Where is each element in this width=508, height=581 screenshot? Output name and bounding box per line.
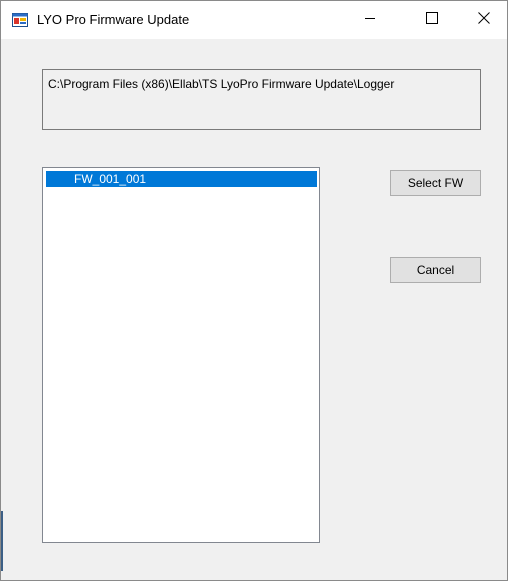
window-edge-accent [1, 511, 3, 571]
logger-path-text: C:\Program Files (x86)\Ellab\TS LyoPro F… [48, 77, 395, 91]
maximize-icon [426, 11, 438, 29]
minimize-button[interactable] [347, 1, 393, 39]
resize-grip-icon[interactable] [498, 571, 504, 577]
close-icon [478, 11, 490, 29]
firmware-listbox[interactable]: FW_001_001 [42, 167, 320, 543]
app-window-icon[interactable] [12, 12, 28, 28]
close-button[interactable] [461, 1, 507, 39]
firmware-item-label: FW_001_001 [74, 172, 147, 186]
logger-path-box: C:\Program Files (x86)\Ellab\TS LyoPro F… [42, 69, 481, 130]
maximize-button[interactable] [409, 1, 455, 39]
app-window: LYO Pro Firmware Update C:\Program Files… [0, 0, 508, 581]
title-bar[interactable]: LYO Pro Firmware Update [1, 1, 507, 39]
firmware-list-item[interactable]: FW_001_001 [46, 171, 317, 187]
window-title: LYO Pro Firmware Update [37, 12, 190, 27]
cancel-button[interactable]: Cancel [390, 257, 481, 283]
minimize-icon [364, 11, 376, 29]
select-fw-button[interactable]: Select FW [390, 170, 481, 196]
